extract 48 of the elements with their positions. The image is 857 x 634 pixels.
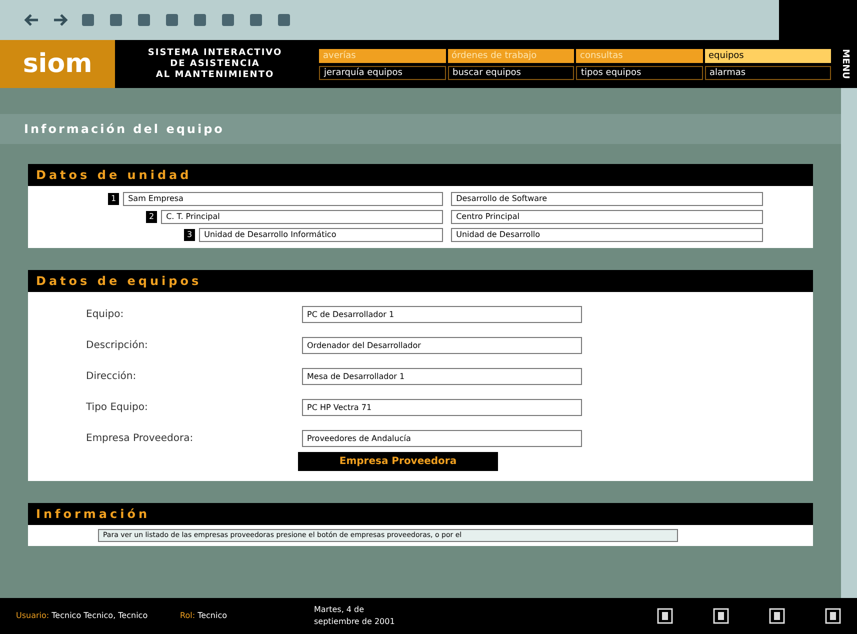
user-info: Usuario: Tecnico Tecnico, Tecnico [16, 610, 149, 622]
toolbar-icon[interactable] [276, 12, 292, 28]
input-field[interactable]: Mesa de Desarrollador 1 [302, 368, 582, 385]
system-name: SISTEMA INTERACTIVO [148, 48, 282, 58]
input-field[interactable]: PC HP Vectra 71 [302, 399, 582, 416]
logo: siom [0, 40, 115, 88]
input-field[interactable]: Centro Principal [451, 210, 764, 224]
toolbar-icon[interactable] [136, 12, 152, 28]
system-name: DE ASISTENCIA [170, 58, 260, 70]
toolbar-icon[interactable] [80, 12, 96, 28]
input-field[interactable]: Ordenador del Desarrollador [302, 337, 582, 354]
arrow-icon[interactable] [24, 12, 40, 28]
scrollbar[interactable] [841, 88, 857, 598]
field-label: Descripción: [86, 339, 149, 353]
input-field[interactable]: Sam Empresa [123, 192, 444, 206]
toolbar-icon[interactable] [164, 12, 180, 28]
role-info: Rol: Tecnico [180, 610, 228, 622]
field-label: Empresa Proveedora: [86, 432, 194, 446]
toolbar-icon[interactable] [248, 12, 264, 28]
menu-tab[interactable]: equipos [704, 48, 831, 62]
system-name: AL MANTENIMIENTO [156, 70, 274, 80]
submenu-link[interactable]: tipos equipos [576, 66, 702, 80]
input-field[interactable]: PC de Desarrollador 1 [302, 306, 582, 323]
level-badge: 1 [108, 193, 120, 205]
section-header: Datos de unidad [28, 164, 813, 186]
input-field[interactable]: Desarrollo de Software [451, 192, 764, 206]
submenu-link[interactable]: alarmas [704, 66, 831, 80]
input-field[interactable]: Proveedores de Andalucía [302, 430, 582, 447]
toolbar-icon[interactable] [220, 12, 236, 28]
arrow-icon[interactable] [52, 12, 68, 28]
input-field[interactable]: Unidad de Desarrollo [451, 228, 764, 242]
input-field[interactable]: C. T. Principal [161, 210, 444, 224]
field-label: Tipo Equipo: [86, 401, 149, 415]
level-badge: 2 [146, 211, 158, 223]
field-label: Dirección: [86, 370, 138, 384]
date-text: Martes, 4 de septiembre de 2001 [314, 604, 396, 628]
menu-label[interactable]: MENU [831, 40, 857, 88]
toolbar-icon[interactable] [192, 12, 208, 28]
page-title: Información del equipo [0, 114, 841, 144]
provider-button[interactable]: Empresa Proveedora [298, 452, 498, 471]
level-badge: 3 [184, 229, 196, 241]
submenu-link[interactable]: buscar equipos [448, 66, 574, 80]
section-header: Información [28, 503, 813, 525]
field-label: Equipo: [86, 308, 125, 322]
toolbar-icon[interactable] [108, 12, 124, 28]
input-field[interactable]: Unidad de Desarrollo Informático [199, 228, 444, 242]
section-header: Datos de equipos [28, 270, 813, 292]
submenu-link[interactable]: jerarquía equipos [319, 66, 446, 80]
